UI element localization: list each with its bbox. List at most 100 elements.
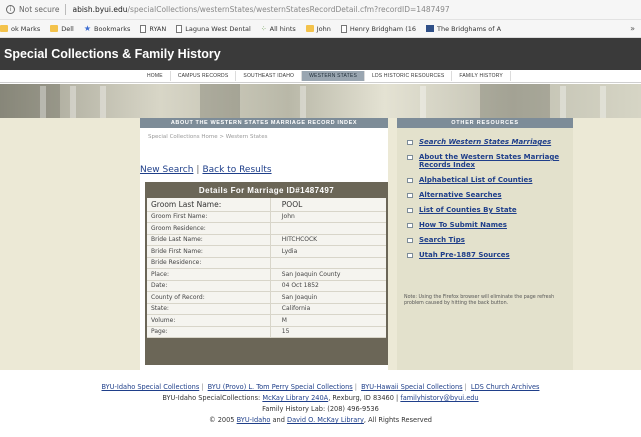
field-value: John [269,211,386,223]
details-title: Details For Marriage ID#1487497 [198,186,335,195]
nav-southeast-idaho[interactable]: SOUTHEAST IDAHO [236,71,303,81]
bookmark-item[interactable]: ★ Bookmarks [84,24,131,33]
page-icon [140,24,147,33]
field-value: San Joaquin [269,291,386,304]
field-label: Page: [147,326,271,338]
footer-address: BYU-Idaho SpecialCollections: McKay Libr… [162,394,479,402]
page-icon [340,24,347,33]
table-row: Place: San Joaquin County [147,268,386,281]
field-value [269,222,386,235]
bookmark-item[interactable]: RYAN [140,24,166,33]
resource-link[interactable]: List of Counties By State [419,206,517,214]
table-row: Groom First Name: John [147,211,386,223]
footer-link[interactable]: BYU-Idaho Special Collections [102,383,200,391]
list-bullet-icon [407,208,413,213]
site-title: Special Collections & Family History [0,38,641,70]
resource-item[interactable]: Utah Pre-1887 Sources [407,251,573,259]
other-resources-panel: OTHER RESOURCES Search Western States Ma… [397,118,573,370]
resource-item[interactable]: Alternative Searches [407,191,573,199]
table-row: Groom Residence: [147,222,386,235]
bookmark-item[interactable]: ok Marks [0,25,40,33]
resource-link[interactable]: Utah Pre-1887 Sources [419,251,510,259]
bookmark-label: John [316,24,331,33]
bookmark-item[interactable]: Henry Bridgham (16 [340,24,416,33]
url-path[interactable]: /specialCollections/westernStates/wester… [128,5,450,14]
table-row: Bride First Name: Lydia [147,245,386,258]
footer-link[interactable]: BYU (Provo) L. Tom Perry Special Collect… [208,383,353,391]
new-search-link[interactable]: New Search [140,165,193,175]
list-bullet-icon [407,155,413,160]
table-row: State: California [147,303,386,315]
bookmark-item[interactable]: ⁘ All hints [261,25,296,33]
bookmark-label: ok Marks [11,24,41,33]
footer-lab: Family History Lab: (208) 496-9536 [262,405,379,413]
field-label: County of Record: [147,291,271,304]
field-label: Groom Residence: [147,222,271,235]
resource-item[interactable]: List of Counties By State [407,206,573,214]
result-actions: New Search | Back to Results [140,165,272,175]
bookmark-item[interactable]: Laguna West Dental [176,24,251,33]
mckay-library-link[interactable]: David O. McKay Library [287,416,364,424]
bookmark-label: Laguna West Dental [185,24,251,33]
info-icon[interactable]: i [6,5,15,14]
nav-lds-historic-resources[interactable]: LDS HISTORIC RESOURCES [365,71,453,81]
bookmark-label: All hints [269,24,296,33]
bookmark-item[interactable]: Dell [50,25,74,33]
security-label: Not secure [19,5,60,14]
bookmark-label: Bookmarks [94,24,131,33]
field-label: Volume: [147,314,271,327]
back-to-results-link[interactable]: Back to Results [202,165,271,175]
nav-campus-records[interactable]: CAMPUS RECORDS [171,71,237,81]
address-bar[interactable]: i Not secure abish.byui.edu /specialColl… [0,0,641,20]
resource-item[interactable]: About the Western States Marriage Record… [407,153,573,169]
field-label: Place: [147,268,271,281]
field-label: Groom Last Name: [147,198,271,212]
table-row: Bride Last Name: HITCHCOCK [147,234,386,246]
breadcrumb[interactable]: Special Collections Home > Western State… [140,128,388,140]
more-bookmarks-button[interactable]: » [630,24,635,33]
field-value: 04 Oct 1852 [269,280,386,292]
field-value: California [269,303,386,315]
byui-link[interactable]: BYU-Idaho [237,416,271,424]
bookmark-item[interactable]: John [305,24,331,33]
resource-item[interactable]: How To Submit Names [407,221,573,229]
footer-copyright: © 2005 BYU-Idaho and David O. McKay Libr… [209,416,432,424]
table-row: Bride Residence: [147,257,386,269]
field-label: Bride First Name: [147,245,271,258]
bookmark-item[interactable]: The Bridghams of A [426,25,501,33]
footer-link[interactable]: BYU-Hawaii Special Collections [361,383,463,391]
dots-icon: ⁘ [260,24,267,33]
list-bullet-icon [407,140,413,145]
field-value: 15 [269,326,386,338]
details-table: Groom Last Name: POOL Groom First Name: Joh… [147,198,386,338]
resource-link[interactable]: Search Tips [419,236,465,244]
footer-link[interactable]: LDS Church Archives [471,383,540,391]
field-value: POOL [269,198,386,212]
table-row: Date: 04 Oct 1852 [147,280,386,292]
field-label: Groom First Name: [147,211,271,223]
email-link[interactable]: familyhistory@byui.edu [400,394,478,402]
resource-item[interactable]: Alphabetical List of Counties [407,176,573,184]
nav-western-states[interactable]: WESTERN STATES [302,71,366,81]
resource-item[interactable]: Search Western States Marriages [407,138,573,146]
resource-link[interactable]: How To Submit Names [419,221,507,229]
resource-link[interactable]: Alphabetical List of Counties [419,176,532,184]
library-link[interactable]: McKay Library 240A [262,394,328,402]
footer-links: BYU-Idaho Special Collections | BYU (Prov… [101,383,540,391]
field-value [269,257,386,269]
nav-home[interactable]: HOME [140,71,171,81]
table-row: Page: 15 [147,326,386,338]
resource-link[interactable]: Search Western States Marriages [419,138,551,146]
resource-item[interactable]: Search Tips [407,236,573,244]
field-value: M [269,314,386,327]
nav-family-history[interactable]: FAMILY HISTORY [452,71,511,81]
resource-link[interactable]: Alternative Searches [419,191,502,199]
list-bullet-icon [407,193,413,198]
banner-image [0,84,641,118]
resource-link[interactable]: About the Western States Marriage Record… [419,153,573,169]
folder-icon [50,25,59,32]
url-host[interactable]: abish.byui.edu [72,5,127,14]
bookmarks-bar: ok Marks Dell ★ Bookmarks RYAN Laguna Wes… [0,20,641,38]
list-bullet-icon [407,178,413,183]
folder-icon [0,25,8,32]
